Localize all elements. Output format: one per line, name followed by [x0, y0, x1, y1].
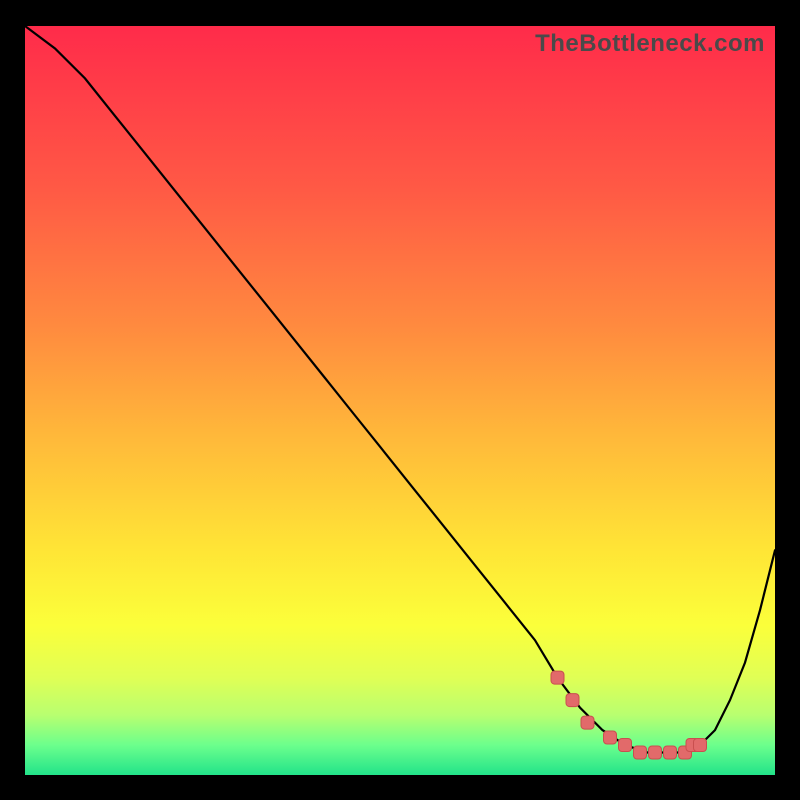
optimal-marker [604, 731, 617, 744]
optimal-marker [566, 694, 579, 707]
optimal-marker [694, 739, 707, 752]
optimal-marker [551, 671, 564, 684]
optimal-marker [664, 746, 677, 759]
optimal-band-markers [551, 671, 707, 759]
optimal-marker [581, 716, 594, 729]
optimal-marker [619, 739, 632, 752]
bottleneck-curve-path [25, 26, 775, 753]
chart-frame: TheBottleneck.com [25, 26, 775, 775]
optimal-marker [649, 746, 662, 759]
optimal-marker [634, 746, 647, 759]
bottleneck-curve-svg [25, 26, 775, 775]
